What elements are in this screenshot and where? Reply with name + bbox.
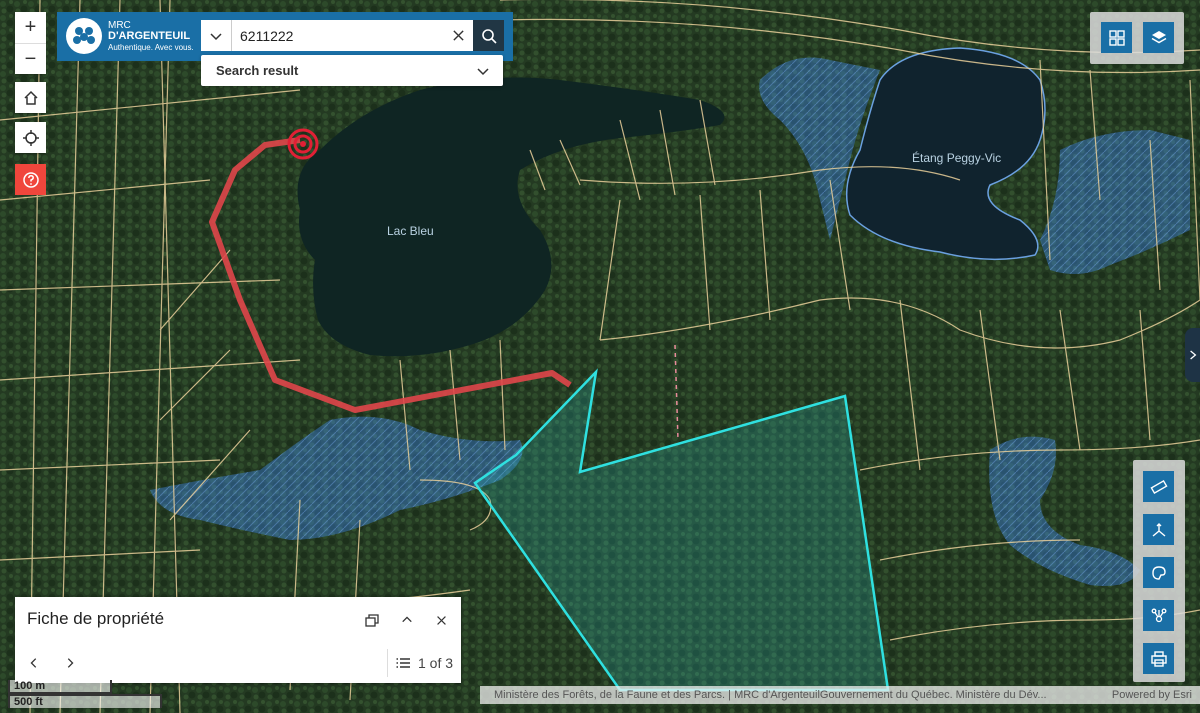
home-icon (23, 90, 38, 105)
zoom-controls: + − (15, 12, 46, 74)
measure-button[interactable] (1143, 471, 1174, 502)
layer-list-button[interactable] (1143, 22, 1174, 53)
crosshair-icon (22, 129, 39, 146)
help-icon (22, 171, 39, 188)
scale-bar: 100 m 500 ft (8, 680, 162, 708)
search-results-dropdown[interactable]: Search result (201, 55, 503, 86)
brand-line3: Authentique. Avec vous. (108, 42, 194, 52)
pager-divider (387, 649, 388, 677)
printer-icon (1150, 650, 1167, 667)
logo-icon (66, 18, 102, 54)
attribution-bar: Ministère des Forêts, de la Faune et des… (480, 686, 1200, 704)
search-source-dropdown[interactable] (201, 20, 232, 51)
attribution-text: Ministère des Forêts, de la Faune et des… (494, 689, 1047, 701)
lake-label-2: Étang Peggy-Vic (912, 150, 1001, 165)
draw-button[interactable] (1143, 557, 1174, 588)
basemap-gallery-button[interactable] (1101, 22, 1132, 53)
dock-icon (365, 614, 379, 627)
chevron-down-icon (463, 64, 503, 78)
feature-list-button[interactable] (393, 653, 413, 673)
axis-icon (1152, 522, 1165, 537)
brand-line2: D'ARGENTEUIL (108, 29, 191, 42)
close-icon (436, 615, 446, 625)
search-input[interactable]: 6211222 (232, 28, 443, 44)
chevron-right-icon (67, 658, 74, 668)
tool-panel (1133, 460, 1185, 682)
search-icon (481, 28, 497, 44)
search-box: 6211222 (201, 20, 473, 51)
chevron-down-icon (210, 32, 222, 40)
search-button[interactable] (473, 20, 504, 51)
scale-imperial: 500 ft (8, 694, 162, 708)
next-feature-button[interactable] (60, 653, 80, 673)
coordinate-button[interactable] (1143, 514, 1174, 545)
list-icon (396, 658, 410, 668)
layers-icon (1151, 30, 1166, 43)
previous-feature-button[interactable] (24, 653, 44, 673)
locate-button[interactable] (15, 122, 46, 153)
chevron-up-icon (402, 616, 412, 623)
search-results-label: Search result (216, 63, 299, 78)
close-icon (452, 30, 464, 41)
grid-icon (1108, 29, 1125, 46)
chevron-right-icon (1189, 350, 1196, 360)
scale-metric: 100 m (8, 680, 112, 694)
brand-line1: MRC (108, 19, 131, 31)
home-button[interactable] (15, 82, 46, 113)
chevron-left-icon (30, 658, 37, 668)
lake-label-1: Lac Bleu (387, 224, 434, 238)
ruler-icon (1149, 479, 1168, 494)
print-button[interactable] (1143, 643, 1174, 674)
share-button[interactable] (1143, 600, 1174, 631)
feature-pager: 1 of 3 (418, 655, 454, 671)
clear-search-button[interactable] (443, 29, 473, 42)
zoom-out-button[interactable]: − (15, 44, 46, 75)
zoom-in-button[interactable]: + (15, 12, 46, 43)
help-button[interactable] (15, 164, 46, 195)
palette-icon (1151, 565, 1166, 580)
panel-title: Fiche de propriété (27, 609, 165, 628)
brand-logo: MRC D'ARGENTEUIL Authentique. Avec vous. (66, 16, 196, 56)
network-icon (1151, 608, 1166, 622)
powered-by-esri: Powered by Esri (1111, 689, 1192, 701)
dock-button[interactable] (362, 610, 382, 630)
collapse-button[interactable] (397, 610, 417, 630)
property-panel: Fiche de propriété 1 of 3 (15, 597, 461, 683)
side-panel-toggle[interactable] (1185, 328, 1200, 382)
top-right-toolbar (1090, 12, 1184, 64)
close-panel-button[interactable] (431, 610, 451, 630)
